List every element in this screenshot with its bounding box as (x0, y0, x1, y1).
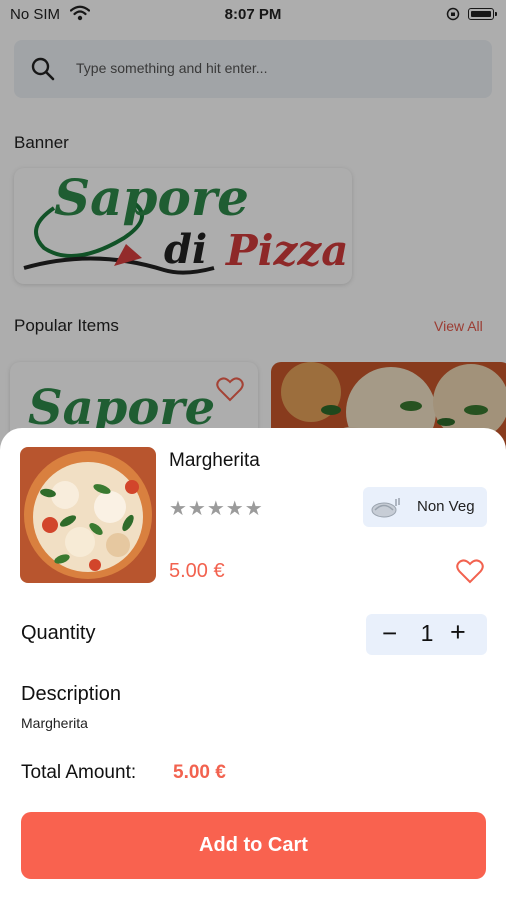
description-text: Margherita (21, 715, 88, 731)
heart-icon[interactable] (456, 558, 484, 589)
total-amount-value: 5.00 € (173, 762, 226, 783)
product-name: Margherita (169, 450, 260, 471)
decrement-button[interactable]: − (382, 618, 397, 649)
product-price: 5.00 € (169, 560, 225, 582)
quantity-stepper: − 1 + (366, 614, 487, 655)
total-amount-label: Total Amount: (21, 762, 137, 783)
quantity-label: Quantity (21, 622, 96, 644)
rating-stars: ★★★★★ (169, 498, 264, 520)
quantity-value: 1 (420, 620, 434, 646)
non-veg-icon (369, 495, 403, 524)
product-image (20, 447, 156, 583)
description-title: Description (21, 683, 122, 705)
increment-button[interactable]: + (450, 617, 466, 648)
product-bottom-sheet: Margherita ★★★★★ Non Veg 5.00 € Quantity… (0, 428, 506, 900)
add-to-cart-button[interactable]: Add to Cart (21, 812, 486, 879)
non-veg-badge: Non Veg (363, 487, 487, 527)
tag-label: Non Veg (417, 498, 475, 515)
